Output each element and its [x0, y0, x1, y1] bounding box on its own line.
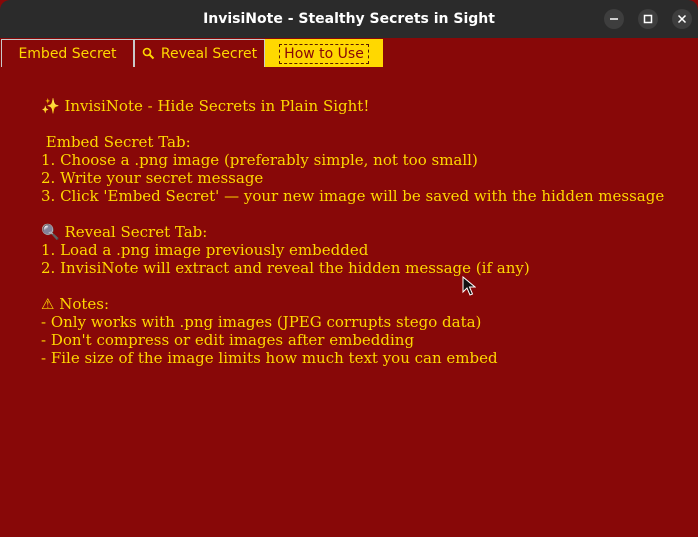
- maximize-icon: [643, 14, 653, 24]
- tab-how-to-use-label: How to Use: [279, 43, 369, 64]
- embed-step: 2. Write your secret message: [41, 169, 264, 187]
- tab-embed-secret-label: Embed Secret: [18, 45, 117, 62]
- minimize-icon: [610, 18, 618, 20]
- reveal-step: 1. Load a .png image previously embedded: [41, 241, 369, 259]
- close-icon: [677, 14, 687, 24]
- help-heading: ✨ InvisiNote - Hide Secrets in Plain Sig…: [41, 97, 370, 115]
- reveal-section-title: 🔍 Reveal Secret Tab:: [41, 223, 208, 241]
- tab-reveal-secret[interactable]: Reveal Secret: [134, 39, 265, 67]
- magnifier-icon: [142, 47, 155, 60]
- tab-reveal-secret-label: Reveal Secret: [160, 45, 258, 62]
- close-button[interactable]: [672, 9, 692, 29]
- embed-section-title: Embed Secret Tab:: [41, 133, 191, 151]
- how-to-use-panel: ✨ InvisiNote - Hide Secrets in Plain Sig…: [41, 97, 664, 367]
- note-item: - Only works with .png images (JPEG corr…: [41, 313, 482, 331]
- window-title: InvisiNote - Stealthy Secrets in Sight: [203, 11, 495, 27]
- note-item: - Don't compress or edit images after em…: [41, 331, 415, 349]
- reveal-step: 2. InvisiNote will extract and reveal th…: [41, 259, 530, 277]
- embed-step: 1. Choose a .png image (preferably simpl…: [41, 151, 478, 169]
- mouse-cursor-icon: [462, 275, 477, 300]
- note-item: - File size of the image limits how much…: [41, 349, 498, 367]
- notes-section-title: ⚠ Notes:: [41, 295, 110, 313]
- window-titlebar[interactable]: InvisiNote - Stealthy Secrets in Sight: [0, 0, 698, 38]
- tab-bar: Embed Secret Reveal Secret How to Use: [0, 38, 698, 68]
- maximize-button[interactable]: [638, 9, 658, 29]
- minimize-button[interactable]: [604, 9, 624, 29]
- tab-embed-secret[interactable]: Embed Secret: [1, 39, 134, 67]
- tab-how-to-use[interactable]: How to Use: [265, 39, 383, 67]
- embed-step: 3. Click 'Embed Secret' — your new image…: [41, 187, 665, 205]
